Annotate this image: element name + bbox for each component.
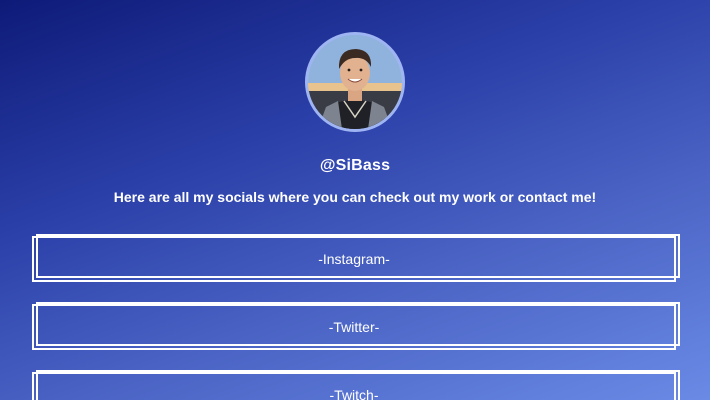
instagram-link-label: -Instagram- <box>318 251 390 267</box>
twitch-link-button[interactable]: -Twitch- <box>32 370 680 400</box>
profile-handle: @SiBass <box>319 157 391 174</box>
profile-bio: Here are all my socials where you can ch… <box>113 189 597 205</box>
instagram-link-button[interactable]: -Instagram- <box>32 234 680 282</box>
twitch-link-label: -Twitch- <box>329 387 379 400</box>
linktree-page: @SiBass Here are all my socials where yo… <box>0 0 710 400</box>
twitter-link-button[interactable]: -Twitter- <box>32 302 680 350</box>
profile-avatar <box>305 32 405 132</box>
profile-photo <box>308 35 402 129</box>
twitter-link-label: -Twitter- <box>328 319 380 335</box>
